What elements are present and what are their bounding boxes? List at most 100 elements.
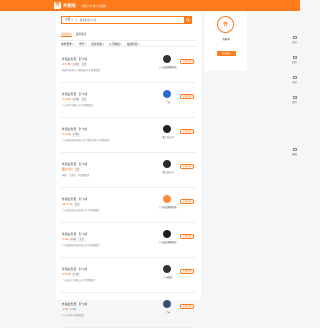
job-salary-row: 3.5-6k 1-3年 [62, 272, 80, 277]
toolbar-label: 客服 [292, 153, 297, 156]
job-company-info: 广州英国际贸易有限公司·不需要融资 [62, 244, 100, 247]
user-icon [292, 96, 297, 99]
company-name[interactable]: 广州英途 [159, 275, 177, 279]
job-title[interactable]: 外贸业务员 【广州】 [62, 302, 89, 306]
toolbar-item-service[interactable]: 客服 [290, 148, 299, 156]
job-salary: 面议(薪) [62, 167, 73, 172]
company-logo[interactable] [163, 125, 171, 133]
apply-button[interactable]: 立即沟通 [180, 269, 194, 274]
job-tag: 大专 [80, 97, 88, 102]
filter-funding[interactable]: 融资阶段▼ [127, 42, 140, 46]
profile-name: 齐家网 [222, 38, 230, 41]
filter-company-size[interactable]: 公司规模▼ [109, 42, 122, 46]
filter-label: 城市要求 [61, 41, 72, 46]
job-row[interactable]: 外贸业务员 【广州】 3-4.5k 1-3年 大专 广州XXX有限公司·不需要融资 … [61, 87, 196, 118]
chevron-down-icon: ▼ [84, 43, 87, 46]
job-row[interactable]: 外贸业务员 【广州】 3k-4.5k 大专 广州贸易进出口有限公司·不需要融资 广… [61, 192, 196, 223]
apply-button[interactable]: 立即沟通 [180, 234, 194, 239]
right-toolbar: 首页 职位 消息 我的 客服 [288, 11, 300, 300]
search-button[interactable] [184, 16, 191, 24]
job-tag: 1-3年 [72, 97, 80, 102]
job-row[interactable]: 外贸业务员 【广州】 4.5-6k 1-3年 广州国际贸易有限公司·计算机软件·不… [61, 122, 196, 153]
job-tag: 1-3年 [69, 237, 78, 242]
job-tag: 大专 [73, 202, 81, 207]
job-title[interactable]: 外贸业务员 【广州】 [62, 197, 89, 201]
company-logo[interactable] [163, 90, 171, 98]
job-salary: 4-9k [62, 237, 69, 242]
apply-button[interactable]: 立即沟通 [180, 129, 194, 134]
job-title[interactable]: 外贸业务员 【广州】 [62, 57, 89, 61]
logo-text: 齐家网 [63, 2, 76, 8]
job-title[interactable]: 外贸业务员 【广州】 [62, 232, 89, 236]
company-name[interactable]: 广州英途网络科技 [159, 205, 177, 209]
job-list-panel: 全部 ▼ 最新职位 最热职位 城市要求▼ 学历▼ 薪资待遇▼ 公司规模▼ 融资阶… [56, 11, 201, 328]
site-logo[interactable]: 齐 齐家网 [54, 2, 76, 9]
apply-button[interactable]: 立即沟通 [180, 199, 194, 204]
company-name[interactable]: 新工业公司 [159, 170, 177, 174]
toolbar-item-messages[interactable]: 消息 [290, 76, 299, 84]
company-logo[interactable] [163, 265, 171, 273]
job-row[interactable]: 外贸业务员 【广州】 3.5-6k 1-3年 广州进出口有限公司·不需要融资 广州… [61, 262, 196, 293]
toolbar-label: 首页 [292, 41, 297, 44]
job-title[interactable]: 外贸业务员 【广州】 [62, 162, 89, 166]
filter-bar: 城市要求▼ 学历▼ 薪资待遇▼ 公司规模▼ 融资阶段▼ [61, 40, 196, 47]
job-row[interactable]: 外贸业务员 【广州】 4.5-8k 1-3年 大专 新疆乌鲁木齐·计算机软件·不需要… [61, 52, 196, 83]
job-salary: 4.5-6k [62, 132, 72, 137]
filter-salary[interactable]: 薪资待遇▼ [91, 42, 104, 46]
toolbar-item-home[interactable]: 首页 [290, 36, 299, 44]
filter-label: 融资阶段 [126, 41, 138, 46]
job-company-info: 新疆乌鲁木齐·计算机软件·不需要融资 [62, 69, 101, 72]
filter-education[interactable]: 学历▼ [79, 42, 86, 46]
company-logo[interactable] [163, 55, 171, 63]
chevron-down-icon: ▼ [120, 43, 122, 46]
search-bar: 全部 ▼ [61, 16, 192, 24]
company-logo[interactable] [163, 230, 171, 238]
headset-icon [292, 148, 297, 151]
job-company-info: 广州贸易进出口有限公司·不需要融资 [62, 209, 100, 212]
job-title[interactable]: 外贸业务员 【广州】 [62, 127, 89, 131]
job-row[interactable]: 外贸业务员 【广州】 面议(薪) 大专 网络 · 计算机 · 不需要融资 新工业公… [61, 157, 196, 188]
job-salary-row: 4.5k 1-3年 [62, 307, 78, 312]
job-salary-row: 4-9k 1-3年 大专 [62, 237, 85, 242]
job-row[interactable]: 外贸业务员 【广州】 4.5k 1-3年 广州·外贸·不需要融资 广州 立即沟通 [61, 297, 196, 328]
company-logo[interactable] [163, 195, 171, 203]
job-tabs: 最新职位 最热职位 [61, 32, 87, 37]
company-logo[interactable] [163, 300, 171, 308]
apply-button[interactable]: 立即沟通 [180, 164, 194, 169]
job-company-info: 广州进出口有限公司·不需要融资 [62, 279, 95, 282]
company-name[interactable]: 集工业公司 [159, 135, 177, 139]
job-salary: 3.5-6k [62, 272, 72, 277]
job-salary: 3-4.5k [62, 97, 72, 102]
job-salary-row: 面议(薪) 大专 [62, 167, 81, 172]
company-name[interactable]: 广州 [159, 100, 177, 104]
apply-button[interactable]: 立即沟通 [180, 304, 194, 309]
job-salary-row: 3-4.5k 1-3年 大专 [62, 97, 88, 102]
toolbar-label: 职位 [292, 61, 297, 64]
job-tag: 1-3年 [72, 272, 80, 277]
job-row[interactable]: 外贸业务员 【广州】 4-9k 1-3年 大专 广州英国际贸易有限公司·不需要融资 … [61, 227, 196, 258]
company-name[interactable]: 广州英途网络科技有限公司 [159, 240, 177, 244]
company-name[interactable]: 广州英途网络科技 [159, 65, 177, 69]
search-category-select[interactable]: 全部 ▼ [62, 18, 77, 22]
toolbar-item-profile[interactable]: 我的 [290, 96, 299, 104]
filter-label: 公司规模 [109, 41, 120, 46]
filter-city[interactable]: 城市要求▼ [61, 42, 74, 46]
job-title[interactable]: 外贸业务员 【广州】 [62, 267, 89, 271]
briefcase-icon [292, 56, 297, 59]
tab-hot[interactable]: 最热职位 [76, 32, 87, 37]
job-title[interactable]: 外贸业务员 【广州】 [62, 92, 89, 96]
top-bar: 齐 齐家网 在线人才 找人才招聘 [0, 0, 300, 11]
apply-button[interactable]: 立即沟通 [180, 59, 194, 64]
job-salary-row: 3k-4.5k 大专 [62, 202, 81, 207]
tab-latest[interactable]: 最新职位 [61, 32, 72, 37]
company-name[interactable]: 广州 [159, 310, 177, 314]
toolbar-item-jobs[interactable]: 职位 [290, 56, 299, 64]
job-tag: 1-3年 [72, 132, 80, 137]
company-logo[interactable] [163, 160, 171, 168]
job-tag: 大专 [80, 62, 88, 67]
post-job-button[interactable]: 发布职位 [217, 51, 236, 56]
chevron-down-icon: ▼ [138, 43, 140, 46]
search-input[interactable] [76, 17, 184, 23]
avatar[interactable]: 齐 [217, 16, 234, 33]
apply-button[interactable]: 立即沟通 [180, 94, 194, 99]
